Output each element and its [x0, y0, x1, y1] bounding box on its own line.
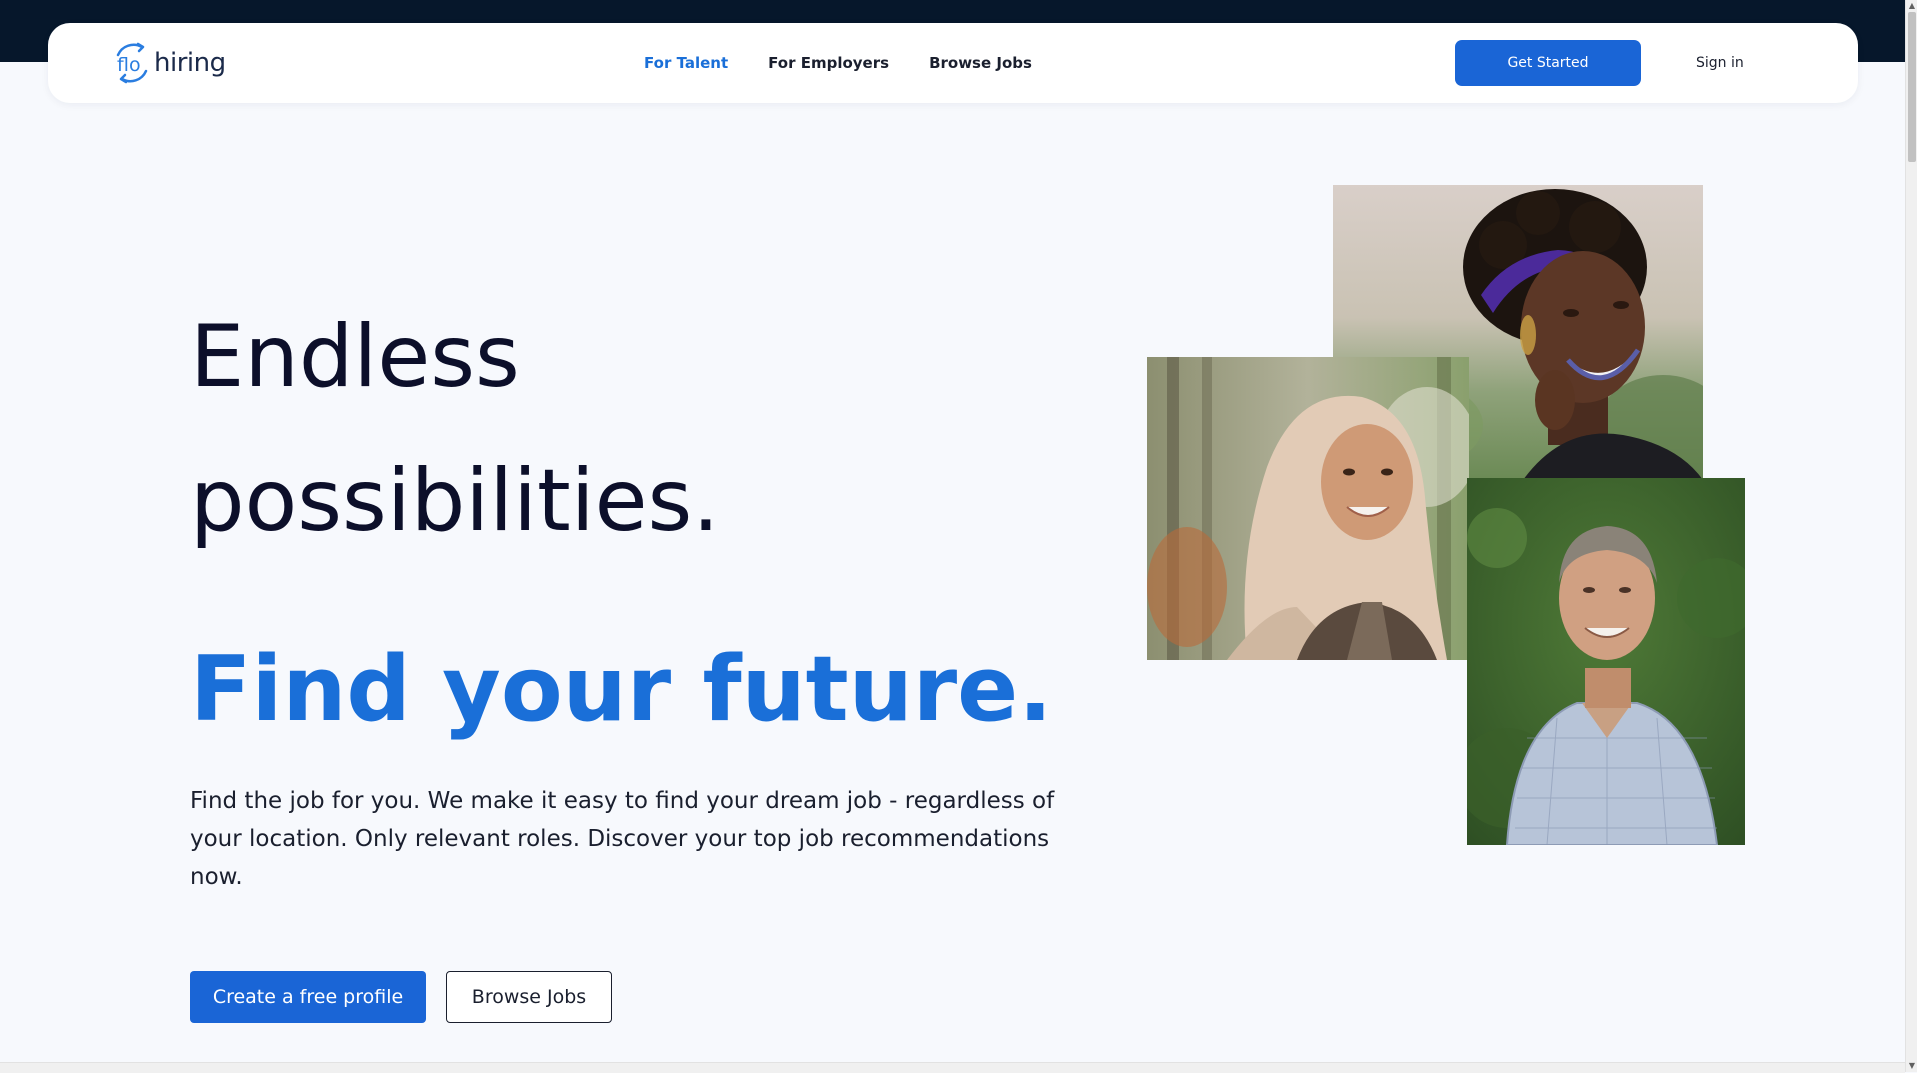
hero-title-line-2: possibilities. — [190, 451, 720, 551]
nav-links: For Talent For Employers Browse Jobs — [644, 23, 1072, 103]
smiling-man-photo — [1467, 478, 1745, 845]
hero-accent-heading: Find your future. — [190, 637, 1053, 742]
logo-text: hiring — [154, 48, 226, 78]
sign-in-link[interactable]: Sign in — [1696, 23, 1744, 103]
hero-title: Endless possibilities. — [190, 285, 1090, 573]
navbar: flo hiring For Talent For Employers Brow… — [48, 23, 1858, 103]
nav-link-for-employers[interactable]: For Employers — [768, 54, 889, 72]
nav-link-for-talent[interactable]: For Talent — [644, 54, 728, 72]
create-profile-button[interactable]: Create a free profile — [190, 971, 426, 1023]
hero-description: Find the job for you. We make it easy to… — [190, 788, 1055, 890]
scroll-down-arrow-icon[interactable]: ▼ — [1906, 1060, 1917, 1072]
horizontal-scrollbar[interactable] — [0, 1062, 1905, 1073]
scroll-up-arrow-icon[interactable]: ▲ — [1906, 0, 1917, 12]
get-started-button[interactable]: Get Started — [1455, 40, 1641, 86]
vertical-scrollbar[interactable]: ▲ ▼ — [1905, 0, 1917, 1072]
scroll-thumb[interactable] — [1908, 12, 1916, 162]
logo-mark-text: flo — [117, 54, 141, 76]
hero-title-line-1: Endless — [190, 307, 520, 407]
logo[interactable]: flo hiring — [112, 41, 226, 85]
browse-jobs-button[interactable]: Browse Jobs — [446, 971, 612, 1023]
nav-link-browse-jobs[interactable]: Browse Jobs — [929, 54, 1032, 72]
flo-logo-icon: flo — [112, 41, 154, 85]
woman-hijab-photo — [1147, 357, 1469, 660]
